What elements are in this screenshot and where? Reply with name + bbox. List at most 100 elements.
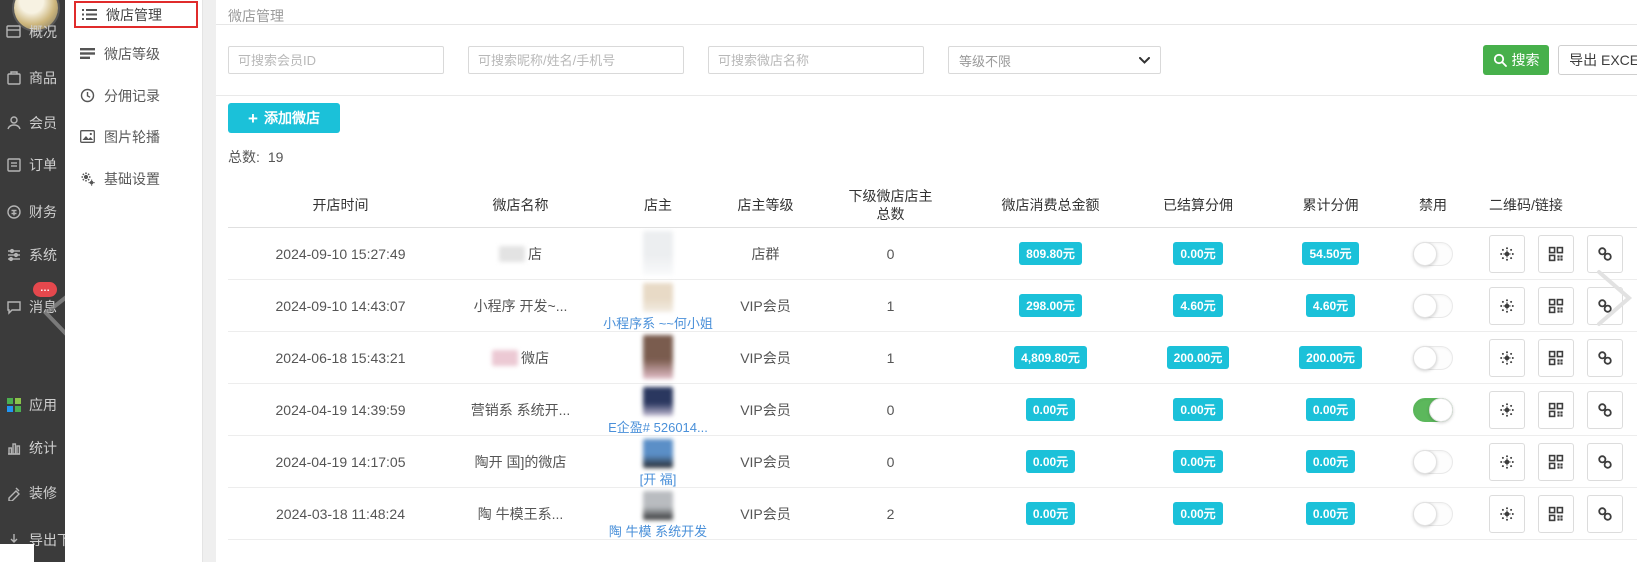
search-button[interactable]: 搜索 <box>1483 45 1549 75</box>
breadcrumb: 微店管理 <box>228 6 284 26</box>
submenu-item-4[interactable]: 基础设置 <box>74 165 198 192</box>
settled-commission-cell: 4.60元 <box>1123 294 1273 317</box>
disabled-cell <box>1388 294 1478 318</box>
member-id-input[interactable] <box>228 46 444 74</box>
miniprogram-code-button[interactable] <box>1489 391 1525 429</box>
add-store-button[interactable]: + 添加微店 <box>228 103 340 133</box>
link-button[interactable] <box>1587 235 1623 273</box>
miniprogram-code-icon <box>1498 245 1516 263</box>
owner-level-cell: VIP会员 <box>728 400 803 420</box>
miniprogram-code-icon <box>1498 297 1516 315</box>
link-icon <box>1596 297 1614 315</box>
submenu-item-2[interactable]: 分佣记录 <box>74 82 198 109</box>
sidebar-item-system[interactable]: 系统 <box>6 245 57 265</box>
qrcode-button[interactable] <box>1538 443 1574 481</box>
toggle-knob <box>1413 502 1437 526</box>
disabled-cell <box>1388 398 1478 422</box>
redacted-blur <box>499 246 525 262</box>
disabled-cell <box>1388 502 1478 526</box>
qrcode-button[interactable] <box>1538 495 1574 533</box>
amount-badge: 298.00元 <box>1019 294 1082 317</box>
submenu-item-1[interactable]: 微店等级 <box>74 40 198 67</box>
miniprogram-code-button[interactable] <box>1489 287 1525 325</box>
owner-link[interactable]: E企盈# 526014... <box>608 417 708 436</box>
disable-toggle[interactable] <box>1413 294 1453 318</box>
qrcode-icon <box>1547 453 1565 471</box>
sidebar-item-orders[interactable]: 订单 <box>6 155 57 175</box>
sidebar-item-decorate[interactable]: 装修 <box>6 483 57 503</box>
disable-toggle[interactable] <box>1413 242 1453 266</box>
actions-cell <box>1478 443 1637 481</box>
submenu-item-label: 分佣记录 <box>104 86 160 106</box>
sidebar-item-stats[interactable]: 统计 <box>6 438 57 458</box>
submenu-item-0[interactable]: 微店管理 <box>74 1 198 28</box>
search-icon <box>1493 53 1507 67</box>
disable-toggle[interactable] <box>1413 450 1453 474</box>
sidebar-item-apps[interactable]: 应用 <box>6 395 57 415</box>
sidebar-item-goods[interactable]: 商品 <box>6 68 57 88</box>
divider <box>216 24 1637 25</box>
store-name-input[interactable] <box>708 46 924 74</box>
nickname-input[interactable] <box>468 46 684 74</box>
table-header: 开店时间微店名称店主店主等级下级微店店主总数微店消费总金额已结算分佣累计分佣禁用… <box>228 182 1637 228</box>
level-select[interactable]: 等级不限 <box>948 46 1161 74</box>
micro-store-admin-page: 概况商品会员订单财务系统消息应用统计装修导出下载 … 微店管理微店等级分佣记录图… <box>0 0 1637 562</box>
owner-cell: E企盈# 526014... <box>588 384 728 436</box>
disable-toggle[interactable] <box>1413 502 1453 526</box>
sub-store-count-cell: 0 <box>803 454 978 470</box>
store-name-cell: 营销系 系统开... <box>453 400 588 420</box>
gears-icon <box>80 171 95 186</box>
link-button[interactable] <box>1587 287 1623 325</box>
goods-icon <box>6 70 22 86</box>
secondary-sidebar: 微店管理微店等级分佣记录图片轮播基础设置 <box>65 0 203 562</box>
list-icon <box>82 7 97 22</box>
link-button[interactable] <box>1587 495 1623 533</box>
owner-level-cell: VIP会员 <box>728 452 803 472</box>
sidebar-item-finance[interactable]: 财务 <box>6 202 57 222</box>
total-amount-cell: 4,809.80元 <box>978 346 1123 369</box>
open-time-cell: 2024-03-18 11:48:24 <box>228 506 453 522</box>
link-button[interactable] <box>1587 339 1623 377</box>
primary-sidebar: 概况商品会员订单财务系统消息应用统计装修导出下载 … <box>0 0 65 562</box>
sidebar-item-label: 装修 <box>29 483 57 503</box>
export-excel-button[interactable]: 导出 EXCEL <box>1558 45 1637 75</box>
messages-icon <box>6 299 22 315</box>
miniprogram-code-button[interactable] <box>1489 495 1525 533</box>
submenu-item-3[interactable]: 图片轮播 <box>74 123 198 150</box>
sidebar-item-label: 概况 <box>29 22 57 42</box>
qrcode-button[interactable] <box>1538 339 1574 377</box>
disabled-cell <box>1388 242 1478 266</box>
actions-cell <box>1478 391 1637 429</box>
link-button[interactable] <box>1587 443 1623 481</box>
sidebar-item-label: 应用 <box>29 395 57 415</box>
owner-cell: 小程序系 ~~何小姐 <box>588 280 728 332</box>
apps-icon <box>6 397 22 413</box>
sidebar-item-members[interactable]: 会员 <box>6 113 57 133</box>
settled-commission-cell: 0.00元 <box>1123 242 1273 265</box>
amount-badge: 0.00元 <box>1026 450 1075 473</box>
miniprogram-code-button[interactable] <box>1489 339 1525 377</box>
miniprogram-code-icon <box>1498 401 1516 419</box>
column-header: 禁用 <box>1388 195 1478 215</box>
column-header: 店主等级 <box>728 195 803 215</box>
accumulated-badge: 0.00元 <box>1306 450 1355 473</box>
sidebar-item-messages[interactable]: 消息 <box>6 297 57 317</box>
owner-link[interactable]: 小程序系 ~~何小姐 <box>603 313 713 332</box>
disable-toggle[interactable] <box>1413 346 1453 370</box>
sidebar-item-overview[interactable]: 概况 <box>6 22 57 42</box>
settled-commission-cell: 0.00元 <box>1123 398 1273 421</box>
owner-link[interactable]: [开 福] <box>640 469 677 488</box>
qrcode-button[interactable] <box>1538 287 1574 325</box>
disable-toggle[interactable] <box>1413 398 1453 422</box>
owner-link[interactable]: 陶 牛模 系统开发 <box>609 521 707 540</box>
owner-avatar <box>643 283 673 312</box>
link-button[interactable] <box>1587 391 1623 429</box>
column-header: 店主 <box>588 195 728 215</box>
miniprogram-code-button[interactable] <box>1489 235 1525 273</box>
qrcode-button[interactable] <box>1538 235 1574 273</box>
miniprogram-code-button[interactable] <box>1489 443 1525 481</box>
qrcode-button[interactable] <box>1538 391 1574 429</box>
total-amount-cell: 809.80元 <box>978 242 1123 265</box>
total-amount-cell: 0.00元 <box>978 502 1123 525</box>
submenu-item-label: 微店管理 <box>106 5 162 25</box>
